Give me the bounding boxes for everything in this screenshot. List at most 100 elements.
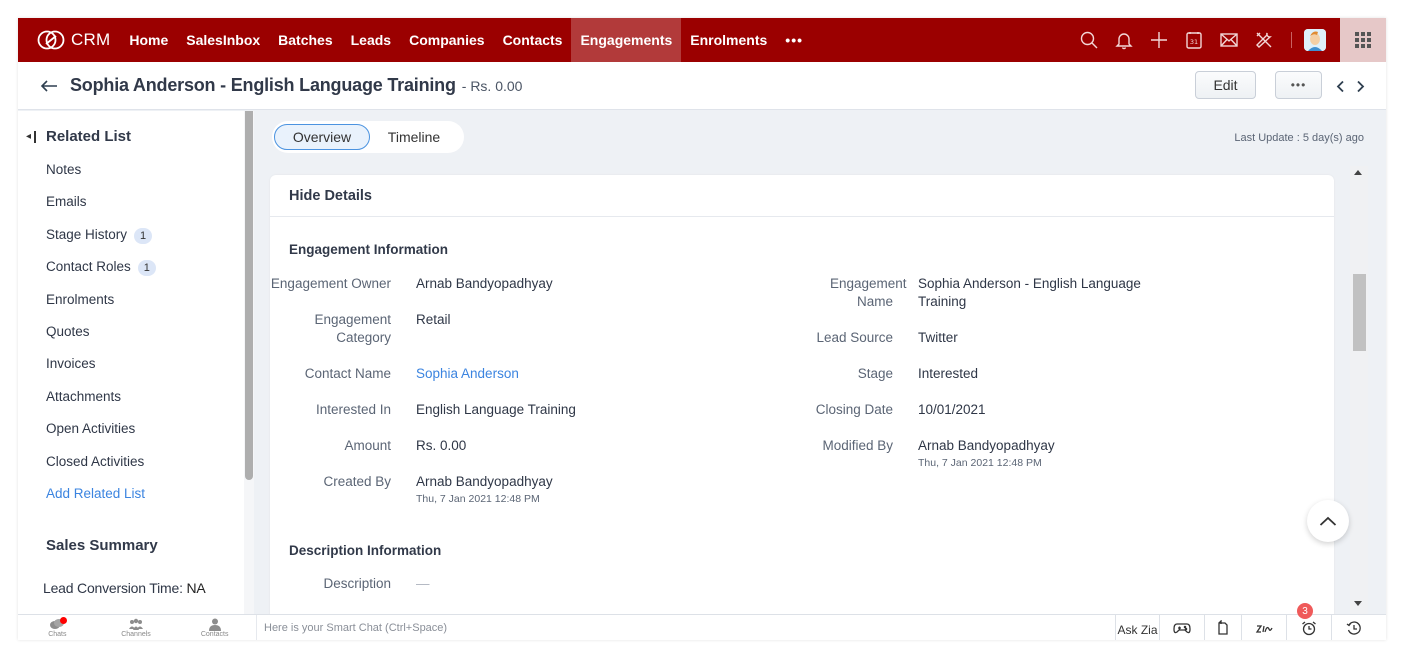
chevron-up-icon — [1319, 516, 1337, 526]
ask-zia-button[interactable]: Ask Zia — [1115, 615, 1159, 640]
scroll-up-arrow-icon[interactable] — [1354, 170, 1362, 175]
notes-icon — [1218, 620, 1228, 635]
main-scrollbar-track[interactable] — [1350, 166, 1368, 616]
apps-grid-icon — [1355, 32, 1371, 48]
user-avatar-icon — [1304, 29, 1326, 51]
scroll-down-arrow-icon[interactable] — [1354, 601, 1362, 606]
notes-button[interactable] — [1204, 615, 1241, 640]
field-engagement-owner: Engagement Owner Arnab Bandyopadhyay — [270, 275, 553, 293]
signature-icon — [1255, 625, 1273, 633]
related-item-quotes[interactable]: Quotes — [46, 324, 156, 356]
interested-in-value[interactable]: English Language Training — [416, 401, 576, 419]
related-item-enrolments[interactable]: Enrolments — [46, 292, 156, 324]
sidebar-scrollbar-thumb[interactable] — [245, 111, 253, 480]
field-modified-by: Modified By Arnab Bandyopadhyay Thu, 7 J… — [822, 438, 1055, 469]
scroll-to-top-button[interactable] — [1307, 500, 1349, 542]
engagement-category-value[interactable]: Retail — [416, 311, 451, 347]
nav-companies[interactable]: Companies — [400, 18, 493, 62]
chevron-right-icon — [1356, 80, 1364, 92]
notifications-button[interactable] — [1106, 18, 1141, 62]
record-amount: - Rs. 0.00 — [461, 77, 523, 94]
related-item-stage-history[interactable]: Stage History 1 — [46, 227, 156, 259]
calendar-button[interactable]: 31 — [1176, 18, 1211, 62]
hide-details-toggle[interactable]: Hide Details — [270, 175, 1334, 217]
engagement-owner-value[interactable]: Arnab Bandyopadhyay — [416, 275, 553, 293]
nav-salesinbox[interactable]: SalesInbox — [177, 18, 269, 62]
tab-overview[interactable]: Overview — [274, 124, 370, 150]
next-record-button[interactable] — [1351, 76, 1369, 96]
lead-source-value[interactable]: Twitter — [918, 329, 958, 347]
previous-record-button[interactable] — [1331, 76, 1349, 96]
person-icon — [208, 618, 221, 631]
amount-value[interactable]: Rs. 0.00 — [416, 437, 466, 455]
signature-button[interactable] — [1241, 615, 1286, 640]
nav-icon-bar: 31 — [1071, 18, 1386, 62]
avatar[interactable] — [1304, 29, 1326, 51]
reminder-count-badge: 3 — [1297, 603, 1313, 619]
modified-time: Thu, 7 Jan 2021 12:48 PM — [918, 457, 1042, 469]
gamepad-icon — [1173, 623, 1191, 634]
apps-launcher-button[interactable] — [1340, 18, 1386, 62]
field-amount: Amount Rs. 0.00 — [344, 437, 467, 455]
nav-engagements[interactable]: Engagements — [571, 18, 682, 62]
more-actions-button[interactable]: ••• — [1275, 71, 1322, 99]
field-created-by: Created By Arnab Bandyopadhyay Thu, 7 Ja… — [323, 474, 553, 505]
nav-enrolments[interactable]: Enrolments — [681, 18, 776, 62]
related-item-emails[interactable]: Emails — [46, 194, 156, 226]
related-item-open-activities[interactable]: Open Activities — [46, 421, 156, 453]
nav-batches[interactable]: Batches — [269, 18, 341, 62]
search-button[interactable] — [1071, 18, 1106, 62]
dock-channels[interactable]: Channels — [97, 615, 176, 640]
alarm-icon — [1302, 621, 1316, 636]
contact-name-link[interactable]: Sophia Anderson — [416, 365, 519, 383]
search-icon — [1080, 31, 1097, 49]
dock-chats[interactable]: Chats — [18, 615, 97, 640]
chevron-left-icon — [1336, 80, 1344, 92]
crm-logo[interactable]: CRM — [18, 18, 120, 62]
related-list-sidebar: ◂ Related List Notes Emails Stage Histor… — [18, 111, 254, 614]
recent-history-button[interactable] — [1331, 615, 1376, 640]
bottom-bar: Chats Channels Contacts Here is your Sma… — [18, 603, 1386, 640]
related-item-notes[interactable]: Notes — [46, 162, 156, 194]
related-item-attachments[interactable]: Attachments — [46, 389, 156, 421]
related-item-closed-activities[interactable]: Closed Activities — [46, 454, 156, 486]
group-icon — [129, 618, 143, 630]
back-button[interactable] — [38, 75, 60, 97]
field-engagement-category: Engagement Category Retail — [314, 311, 451, 347]
smart-chat-input[interactable]: Here is your Smart Chat (Ctrl+Space) — [256, 615, 1111, 640]
edit-button[interactable]: Edit — [1195, 71, 1256, 99]
field-interested-in: Interested In English Language Training — [315, 401, 576, 419]
field-engagement-name: Engagement Name Sophia Anderson - Englis… — [770, 275, 1148, 311]
stage-value[interactable]: Interested — [918, 365, 978, 383]
closing-date-value[interactable]: 10/01/2021 — [918, 401, 986, 419]
count-badge: 1 — [137, 260, 156, 277]
nav-leads[interactable]: Leads — [342, 18, 400, 62]
nav-home[interactable]: Home — [120, 18, 177, 62]
setup-button[interactable] — [1246, 18, 1281, 62]
mail-button[interactable] — [1211, 18, 1246, 62]
nav-more-button[interactable]: ••• — [776, 18, 812, 62]
related-item-contact-roles[interactable]: Contact Roles 1 — [46, 259, 156, 291]
svg-text:31: 31 — [1189, 38, 1197, 46]
history-icon — [1346, 621, 1361, 635]
zoho-rings-icon — [37, 30, 65, 50]
nav-divider — [1291, 32, 1292, 48]
last-update-text: Last Update : 5 day(s) ago — [1234, 132, 1364, 144]
tab-timeline[interactable]: Timeline — [370, 124, 458, 150]
reminders-button[interactable]: 3 — [1286, 603, 1331, 640]
lead-conversion-time: Lead Conversion Time: NA — [43, 580, 206, 596]
app-name: CRM — [71, 30, 111, 49]
main-scrollbar-thumb[interactable] — [1353, 274, 1366, 351]
related-item-invoices[interactable]: Invoices — [46, 356, 156, 388]
description-value[interactable]: — — [416, 575, 430, 593]
engagement-name-value[interactable]: Sophia Anderson - English Language Train… — [918, 275, 1148, 311]
calendar-icon: 31 — [1185, 32, 1202, 49]
created-time: Thu, 7 Jan 2021 12:48 PM — [416, 493, 540, 505]
create-button[interactable] — [1141, 18, 1176, 62]
dock-contacts[interactable]: Contacts — [175, 615, 254, 640]
modified-by-value: Arnab Bandyopadhyay — [918, 438, 1055, 453]
games-button[interactable] — [1159, 615, 1204, 640]
collapse-sidebar-icon[interactable]: ◂ — [26, 130, 44, 143]
add-related-list-link[interactable]: Add Related List — [46, 486, 156, 518]
nav-contacts[interactable]: Contacts — [494, 18, 572, 62]
